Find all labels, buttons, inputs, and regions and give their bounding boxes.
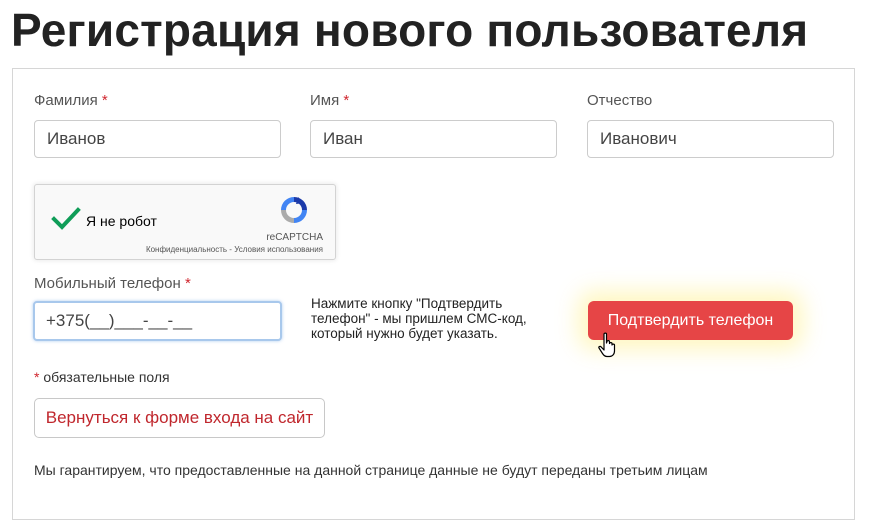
registration-form: Фамилия * Иванов Имя * Иван Отчество Ива… (12, 68, 855, 520)
last-name-label: Фамилия * (34, 92, 108, 109)
recaptcha-label: Я не робот (86, 213, 157, 229)
required-mark: * (101, 92, 108, 109)
last-name-input[interactable]: Иванов (34, 120, 281, 158)
phone-hint: Нажмите кнопку "Подтвердить телефон" - м… (311, 296, 527, 341)
recaptcha-brand: reCAPTCHA (266, 232, 323, 243)
privacy-guarantee-text: Мы гарантируем, что предоставленные на д… (34, 462, 708, 478)
hand-cursor-icon (598, 332, 616, 358)
phone-label: Мобильный телефон * (34, 275, 191, 292)
phone-input[interactable]: +375(__)___-__-__ (33, 301, 282, 341)
recaptcha-logo-icon (281, 197, 307, 223)
first-name-label: Имя * (310, 92, 350, 109)
middle-name-input[interactable]: Иванович (587, 120, 834, 158)
recaptcha-widget[interactable]: Я не робот reCAPTCHA Конфиденциальность … (34, 184, 336, 260)
required-mark: * (343, 92, 350, 109)
recaptcha-terms-link[interactable]: Конфиденциальность - Условия использован… (146, 245, 323, 254)
required-fields-note: * обязательные поля (34, 369, 170, 385)
checkmark-icon[interactable] (51, 207, 81, 231)
middle-name-label: Отчество (587, 92, 653, 109)
required-mark: * (184, 275, 191, 292)
page-title: Регистрация нового пользователя (11, 4, 809, 56)
first-name-input[interactable]: Иван (310, 120, 557, 158)
back-to-login-button[interactable]: Вернуться к форме входа на сайт (34, 398, 325, 438)
